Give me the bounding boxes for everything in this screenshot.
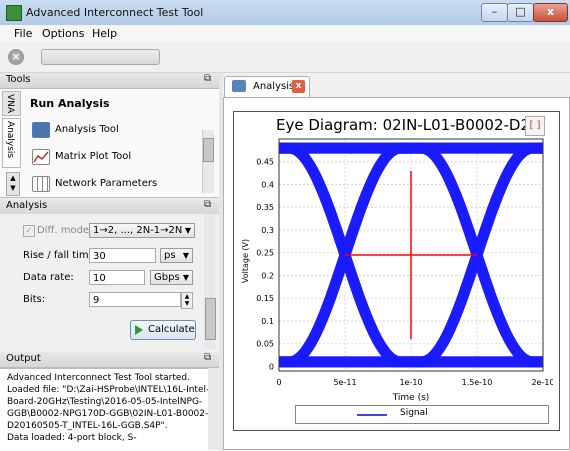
menu-bar	[0, 25, 570, 42]
output-panel-header: Output ⧉	[0, 352, 219, 368]
tab-analysis-vertical[interactable]: Analysis	[2, 118, 21, 168]
run-analysis-header: Run Analysis	[30, 97, 110, 110]
float-icon[interactable]: ⧉	[204, 199, 211, 210]
y-tick-label: 0.2	[261, 271, 274, 280]
maximize-button[interactable]: □	[507, 3, 534, 22]
data-rate-unit: Gbps	[154, 272, 180, 283]
y-tick-label: 0.4	[261, 180, 274, 189]
grid-icon	[32, 176, 50, 192]
float-icon[interactable]: ⧉	[204, 73, 211, 84]
menu-help[interactable]: Help	[92, 27, 117, 40]
bits-label: Bits:	[23, 294, 46, 305]
calculate-button[interactable]: Calculate	[130, 320, 196, 340]
tools-panel-header: Tools ⧉	[0, 73, 219, 89]
rise-fall-unit-select[interactable]: ps ▼	[160, 248, 193, 263]
x-tick-label: 1.5e-10	[462, 378, 493, 387]
x-axis-label: Time (s)	[392, 393, 430, 403]
progress-bar	[41, 49, 160, 65]
tool-analysis[interactable]: Analysis Tool	[55, 124, 119, 135]
rise-fall-input[interactable]: 30	[89, 248, 156, 263]
tool-network-parameters[interactable]: Network Parameters	[55, 178, 157, 189]
data-rate-label: Data rate:	[23, 272, 74, 283]
tab-vna-label: VNA	[5, 94, 15, 114]
data-rate-unit-select[interactable]: Gbps ▼	[150, 270, 193, 285]
calculate-label: Calculate	[148, 324, 195, 335]
chart-icon	[32, 122, 50, 138]
diff-mode-checkbox[interactable]: ✓	[23, 225, 35, 237]
expand-icon[interactable]: [ ]	[525, 116, 545, 136]
y-ticks: 0 0.05 0.1 0.15 0.2 0.25 0.3 0.35 0.4 0.45	[256, 158, 274, 372]
tools-scroll-thumb[interactable]	[203, 138, 214, 162]
tab-analysis-vertical-label: Analysis	[5, 121, 15, 159]
y-tick-label: 0.3	[261, 226, 274, 235]
eye-diagram-chart: 0 0.05 0.1 0.15 0.2 0.25 0.3 0.35 0.4 0.45 0 5e-11…	[241, 138, 553, 403]
bits-stepper[interactable]: ▲ ▼	[181, 292, 193, 309]
tab-vna[interactable]: VNA	[2, 91, 21, 116]
analysis-panel-title: Analysis	[6, 200, 48, 211]
legend-swatch	[357, 414, 387, 416]
close-button[interactable]: x	[533, 3, 568, 22]
x-tick-label: 0	[276, 378, 281, 387]
y-tick-label: 0	[269, 362, 274, 371]
y-axis-label: Voltage (V)	[241, 239, 250, 283]
output-panel-title: Output	[6, 353, 41, 364]
chevron-down-icon: ▼	[184, 226, 191, 235]
tab-analysis-label: Analysis	[253, 81, 295, 92]
y-tick-label: 0.1	[261, 317, 274, 326]
output-scrollbar[interactable]	[208, 368, 219, 450]
diff-mode-label: Diff. mode	[37, 225, 90, 236]
chart-title-clip: Eye Diagram: 02IN-L01-B0002-D20160505	[276, 113, 526, 137]
y-tick-label: 0.25	[256, 249, 274, 258]
tab-scroll-arrows-icon[interactable]: ▲ ▼	[6, 172, 20, 196]
bits-input[interactable]: 9	[89, 292, 181, 307]
chart-title: Eye Diagram: 02IN-L01-B0002-D20160505	[276, 116, 526, 134]
line-plot-icon	[32, 149, 50, 165]
diff-mode-value: 1→2, ..., 2N-1→2N	[93, 225, 183, 236]
tools-panel-title: Tools	[6, 74, 31, 85]
x-tick-label: 1e-10	[399, 378, 422, 387]
rise-fall-unit: ps	[164, 250, 176, 261]
output-log: Advanced Interconnect Test Tool started.…	[7, 373, 210, 443]
rise-fall-label: Rise / fall time:	[23, 250, 99, 261]
menu-file[interactable]: File	[14, 27, 32, 40]
minimize-button[interactable]: –	[481, 3, 508, 22]
float-icon[interactable]: ⧉	[204, 352, 211, 363]
y-tick-label: 0.05	[256, 340, 274, 349]
y-tick-label: 0.15	[256, 294, 274, 303]
analysis-panel-header: Analysis ⧉	[0, 199, 219, 215]
x-tick-label: 2e-10	[531, 378, 553, 387]
data-rate-input[interactable]: 10	[89, 270, 145, 285]
analysis-scroll-thumb[interactable]	[205, 298, 216, 340]
x-ticks: 0 5e-11 1e-10 1.5e-10 2e-10	[276, 378, 553, 387]
x-tick-label: 5e-11	[333, 378, 356, 387]
play-icon	[135, 325, 143, 335]
window-title: Advanced Interconnect Test Tool	[26, 6, 204, 19]
menu-options[interactable]: Options	[42, 27, 84, 40]
stop-icon[interactable]: ×	[8, 49, 24, 65]
y-tick-label: 0.45	[256, 158, 274, 167]
legend-label: Signal	[400, 408, 428, 418]
app-icon	[6, 5, 22, 21]
y-tick-label: 0.35	[256, 203, 274, 212]
chevron-down-icon: ▼	[182, 251, 189, 260]
tool-matrix-plot[interactable]: Matrix Plot Tool	[55, 151, 131, 162]
chart-icon	[232, 80, 246, 92]
chevron-down-icon: ▼	[182, 273, 189, 282]
close-icon[interactable]: x	[292, 80, 305, 93]
diff-mode-select[interactable]: 1→2, ..., 2N-1→2N ▼	[89, 223, 195, 238]
